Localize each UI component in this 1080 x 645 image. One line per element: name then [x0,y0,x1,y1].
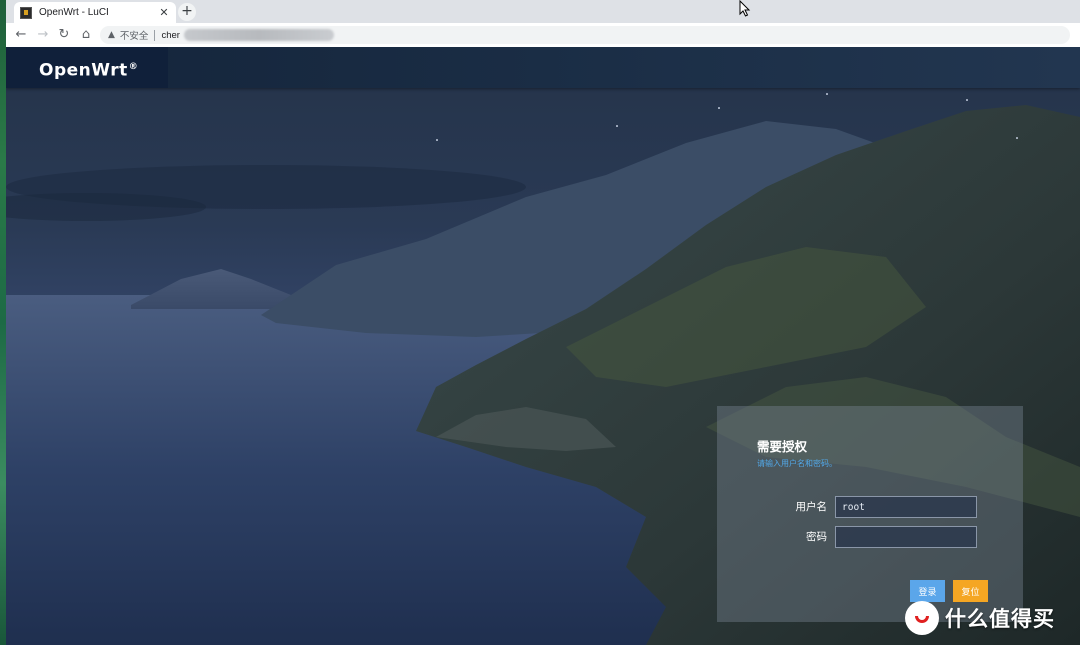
new-tab-button[interactable]: + [178,3,196,21]
username-input[interactable] [835,496,977,518]
tab-bar: OpenWrt - LuCI ✕ + [6,0,1080,23]
browser-chrome: OpenWrt - LuCI ✕ + ← → ↻ ⌂ ▲ 不安全 cher [6,0,1080,47]
password-label: 密码 [806,531,827,543]
username-row: 用户名 [717,496,1023,518]
forward-arrow-icon[interactable]: → [35,27,51,43]
login-hint: 请输入用户名和密码。 [757,459,837,468]
watermark-text: 什么值得买 [945,606,1055,631]
page-viewport: OpenWrt® 需要授权 请输入用户名和密码。 用户名 密码 登录 复位 [6,47,1080,645]
home-icon[interactable]: ⌂ [78,27,94,43]
login-title: 需要授权 [757,439,808,454]
mouse-cursor-icon [739,0,751,17]
openwrt-favicon-icon [20,6,32,19]
url-redacted [183,29,334,41]
brand-logo[interactable]: OpenWrt® [6,47,168,88]
warning-triangle-icon[interactable]: ▲ [108,30,115,40]
username-label: 用户名 [795,501,828,513]
tab-close-icon[interactable]: ✕ [158,6,170,19]
address-separator [154,29,156,41]
address-bar[interactable]: ▲ 不安全 cher [100,26,1070,44]
browser-toolbar: ← → ↻ ⌂ ▲ 不安全 cher [6,23,1080,47]
url-text: cher [161,29,180,41]
back-arrow-icon[interactable]: ← [13,27,29,43]
security-status[interactable]: 不安全 [120,28,149,42]
reload-icon[interactable]: ↻ [56,27,72,43]
registered-mark: ® [128,62,139,72]
password-row: 密码 [717,526,1023,548]
password-input[interactable] [835,526,977,548]
smzdm-logo-icon [905,600,939,635]
openwrt-header: OpenWrt® [6,47,1080,88]
tab-title: OpenWrt - LuCI [39,7,109,18]
browser-tab[interactable]: OpenWrt - LuCI ✕ [14,2,176,23]
login-panel: 需要授权 请输入用户名和密码。 用户名 密码 登录 复位 [717,406,1023,622]
brand-name: OpenWrt [39,60,128,81]
smzdm-watermark: 什么值得买 [905,595,1080,640]
